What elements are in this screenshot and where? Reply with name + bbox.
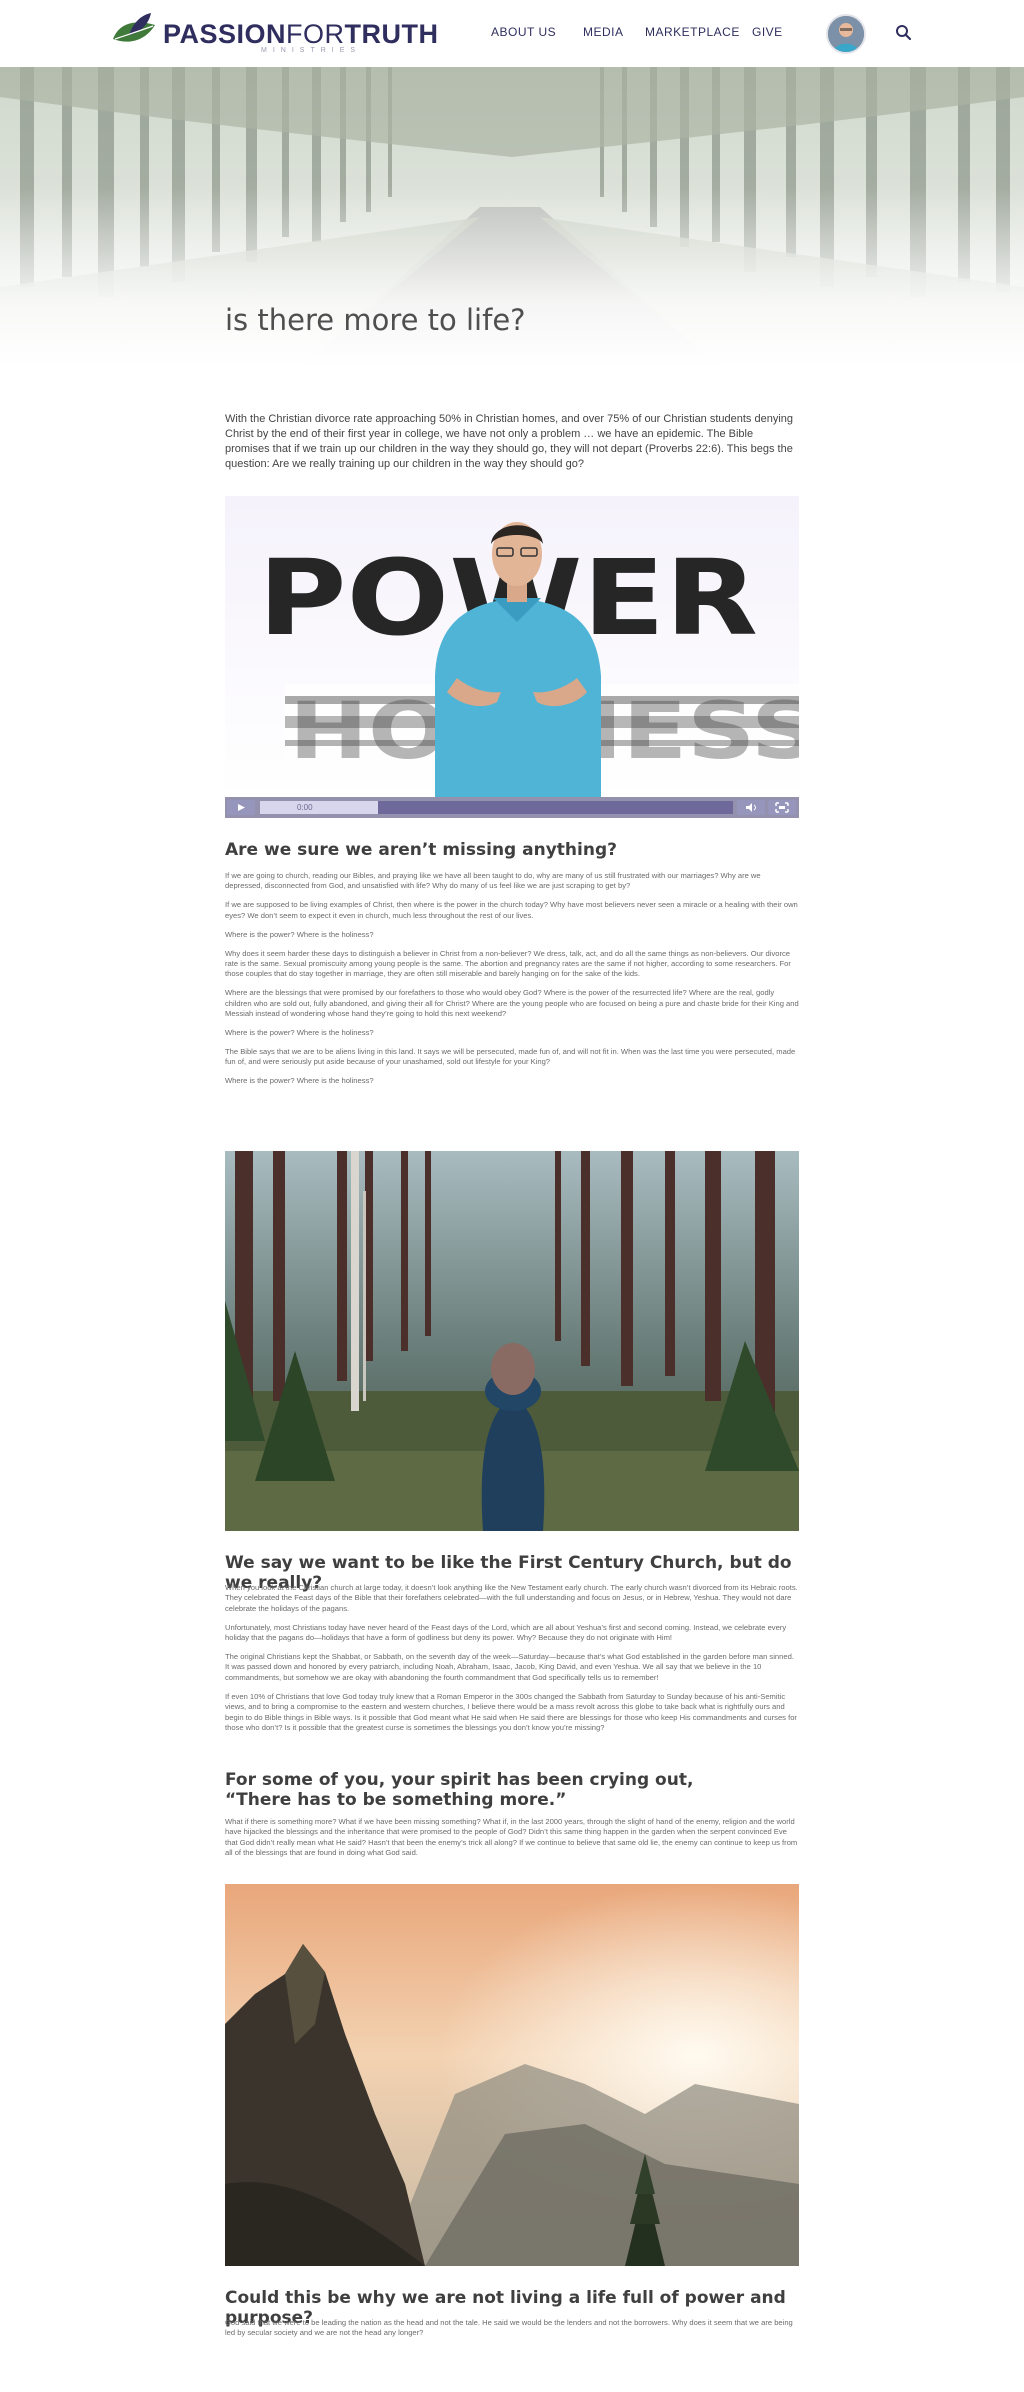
fullscreen-button[interactable] (768, 800, 796, 815)
volume-icon (746, 803, 756, 812)
intro-paragraph: With the Christian divorce rate approach… (225, 413, 794, 470)
nav-media[interactable]: MEDIA (583, 25, 624, 39)
nav-marketplace[interactable]: MARKETPLACE (645, 25, 740, 39)
search-button[interactable] (893, 22, 915, 44)
section1-paragraph: Where is the power? Where is the holines… (225, 1027, 374, 1037)
section2-paragraph: Unfortunately, most Christians today hav… (225, 1622, 787, 1643)
mountain-cliffs-image (225, 1884, 799, 2266)
section1-paragraph: If we are going to church, reading our B… (225, 871, 761, 891)
nav-about-us[interactable]: ABOUT US (491, 25, 556, 39)
section1-body: If we are going to church, reading our B… (225, 871, 799, 1095)
section1-paragraph: Where is the power? Where is the holines… (225, 929, 374, 939)
section2-paragraph: When you look at the Christian church at… (225, 1583, 798, 1613)
main-nav: ABOUT US MEDIA MARKETPLACE GIVE (0, 25, 1024, 45)
user-avatar[interactable] (826, 14, 866, 54)
video-controls: 0:00 (225, 797, 799, 818)
mountain-photo (225, 1884, 799, 2266)
video-buffer-fill (260, 801, 379, 814)
section2-paragraph: If even 10% of Christians that love God … (225, 1691, 797, 1732)
section3-heading: For some of you, your spirit has been cr… (225, 1770, 799, 1810)
section4-paragraph: God said that we were to be leading the … (225, 2318, 793, 2338)
section3-heading-line2: “There has to be something more.” (225, 1790, 567, 1810)
fullscreen-icon (775, 802, 789, 813)
page-title: is there more to life? (225, 303, 526, 337)
play-icon (238, 804, 245, 811)
forest-woman-photo (225, 1151, 799, 1531)
search-icon (896, 25, 912, 41)
section1-paragraph: Where is the power? Where is the holines… (225, 1076, 374, 1086)
section2-paragraph: The original Christians kept the Shabbat… (225, 1652, 794, 1682)
section1-paragraph: Where are the blessings that were promis… (225, 988, 799, 1019)
section1-paragraph: If we are supposed to be living examples… (225, 900, 798, 920)
section3-paragraph: What if there is something more? What if… (225, 1817, 798, 1858)
woman-figure (481, 1343, 545, 1531)
site-header: PASSIONFORTRUTH MINISTRIES ABOUT US MEDI… (0, 0, 1024, 67)
volume-button[interactable] (737, 800, 765, 815)
brand-subtitle: MINISTRIES (261, 47, 362, 54)
section3-body: What if there is something more? What if… (225, 1817, 799, 1867)
section1-heading: Are we sure we aren’t missing anything? (225, 840, 617, 860)
play-button[interactable] (227, 800, 255, 815)
nav-give[interactable]: GIVE (752, 25, 783, 39)
section2-body: When you look at the Christian church at… (225, 1583, 799, 1742)
section3-heading-line1: For some of you, your spirit has been cr… (225, 1770, 694, 1790)
video-frame: POWER HOLINESS (225, 496, 799, 797)
section1-paragraph: The Bible says that we are to be aliens … (225, 1046, 796, 1067)
section1-paragraph: Why does it seem harder these days to di… (225, 948, 791, 979)
forest-woman-image (225, 1151, 799, 1531)
user-avatar-image (828, 16, 864, 52)
video-progress-bar[interactable]: 0:00 (260, 801, 733, 814)
video-player[interactable]: POWER HOLINESS 0:00 (225, 496, 799, 818)
video-time: 0:00 (297, 803, 313, 812)
section4-body: God said that we were to be leading the … (225, 2318, 799, 2347)
